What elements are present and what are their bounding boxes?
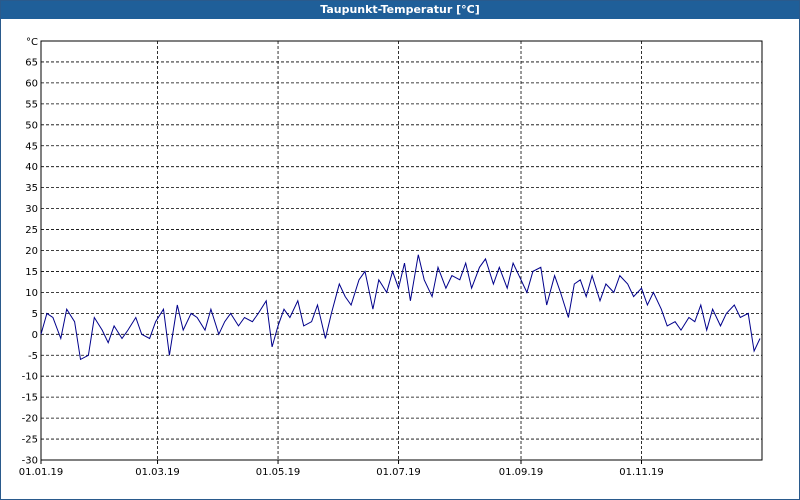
y-tick-label: 5 bbox=[32, 309, 38, 320]
chart-window: Taupunkt-Temperatur [°C] -30 -25 -20 -15 -10… bbox=[0, 0, 800, 500]
y-tick-label: 45 bbox=[25, 141, 38, 152]
x-tick-label: 01.09.19 bbox=[499, 467, 544, 478]
y-tick-label: -20 bbox=[22, 414, 38, 425]
y-tick-label: -15 bbox=[22, 393, 38, 404]
dew-point-chart: -30 -25 -20 -15 -10 -5 0 5 10 15 20 25 30 35 40 45 50 55 6… bbox=[19, 37, 763, 478]
y-tick-label: -5 bbox=[28, 351, 38, 362]
x-tick-label: 01.05.19 bbox=[256, 467, 301, 478]
y-tick-label: -10 bbox=[22, 372, 38, 383]
x-tick-label: 01.07.19 bbox=[376, 467, 421, 478]
y-tick-label: 35 bbox=[25, 183, 38, 194]
y-tick-label: 60 bbox=[25, 78, 38, 89]
y-tick-label: 15 bbox=[25, 267, 38, 278]
y-tick-label: 0 bbox=[32, 330, 38, 341]
x-tick-label: 01.03.19 bbox=[135, 467, 180, 478]
x-tick-label: 01.01.19 bbox=[19, 467, 64, 478]
y-tick-label: 65 bbox=[25, 57, 38, 68]
y-axis-unit: °C bbox=[26, 37, 38, 48]
y-tick-label: 50 bbox=[25, 120, 38, 131]
x-tick-label: 01.11.19 bbox=[619, 467, 664, 478]
y-tick-label: 30 bbox=[25, 204, 38, 215]
y-tick-label: -25 bbox=[22, 435, 38, 446]
y-tick-label: 10 bbox=[25, 288, 38, 299]
y-tick-label: 20 bbox=[25, 246, 38, 257]
y-tick-label: 25 bbox=[25, 225, 38, 236]
window-title: Taupunkt-Temperatur [°C] bbox=[1, 1, 799, 19]
y-tick-label: -30 bbox=[22, 456, 38, 467]
y-tick-label: 55 bbox=[25, 99, 38, 110]
y-tick-label: 40 bbox=[25, 162, 38, 173]
